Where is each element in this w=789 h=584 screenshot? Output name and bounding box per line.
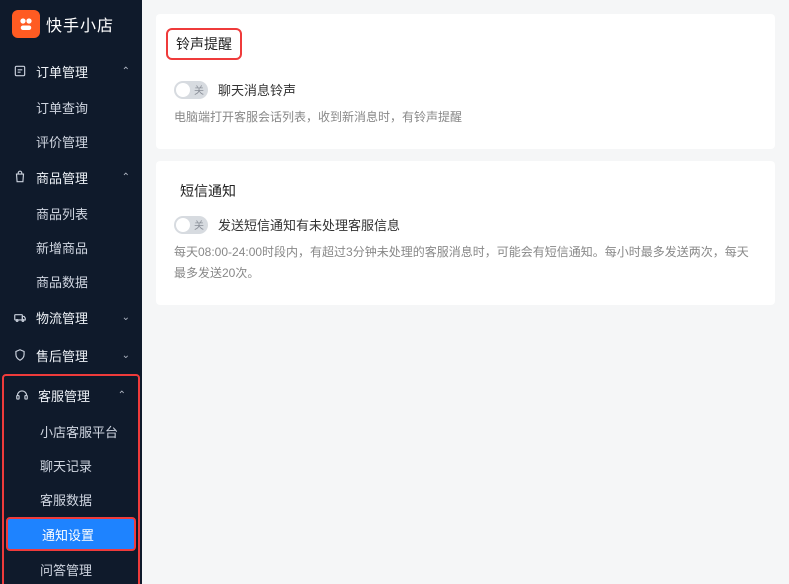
settings-card: 短信通知关发送短信通知有未处理客服信息每天08:00-24:00时段内，有超过3… [156, 161, 775, 305]
section-title: 短信通知 [174, 179, 757, 203]
main-content: 铃声提醒关聊天消息铃声电脑端打开客服会话列表，收到新消息时，有铃声提醒短信通知关… [142, 0, 789, 584]
nav-group-head[interactable]: 订单管理⌃ [0, 52, 142, 90]
chevron-up-icon: ⌃ [122, 66, 130, 77]
nav-group-label: 物流管理 [36, 308, 122, 327]
sidebar-item[interactable]: 小店客服平台 [4, 414, 138, 448]
nav: 订单管理⌃订单查询评价管理商品管理⌃商品列表新增商品商品数据物流管理⌄售后管理⌄… [0, 52, 142, 584]
chevron-up-icon: ⌃ [122, 172, 130, 183]
nav-group-2: 物流管理⌄ [0, 298, 142, 336]
section-description: 电脑端打开客服会话列表，收到新消息时，有铃声提醒 [174, 107, 757, 127]
sidebar-item[interactable]: 客服数据 [4, 482, 138, 516]
nav-group-3: 售后管理⌄ [0, 336, 142, 374]
chevron-up-icon: ⌃ [118, 390, 126, 401]
toggle-row: 关聊天消息铃声 [174, 80, 757, 99]
toggle-switch[interactable]: 关 [174, 216, 208, 234]
nav-group-icon [14, 388, 30, 402]
nav-group-head[interactable]: 物流管理⌄ [0, 298, 142, 336]
nav-group-icon [12, 310, 28, 324]
brand-logo-icon [12, 10, 40, 38]
toggle-switch[interactable]: 关 [174, 81, 208, 99]
nav-sub: 订单查询评价管理 [0, 90, 142, 158]
toggle-label: 聊天消息铃声 [218, 80, 296, 99]
nav-group-icon [12, 170, 28, 184]
chevron-down-icon: ⌄ [122, 350, 130, 361]
toggle-state: 关 [194, 82, 204, 97]
sidebar: 快手小店 订单管理⌃订单查询评价管理商品管理⌃商品列表新增商品商品数据物流管理⌄… [0, 0, 142, 584]
nav-group-label: 客服管理 [38, 386, 118, 405]
nav-group-head[interactable]: 客服管理⌃ [4, 376, 138, 414]
toggle-label: 发送短信通知有未处理客服信息 [218, 215, 400, 234]
sidebar-item[interactable]: 新增商品 [0, 230, 142, 264]
sidebar-item[interactable]: 聊天记录 [4, 448, 138, 482]
brand: 快手小店 [0, 0, 142, 52]
toggle-row: 关发送短信通知有未处理客服信息 [174, 215, 757, 234]
nav-sub: 商品列表新增商品商品数据 [0, 196, 142, 298]
settings-card: 铃声提醒关聊天消息铃声电脑端打开客服会话列表，收到新消息时，有铃声提醒 [156, 14, 775, 149]
brand-name: 快手小店 [46, 12, 114, 36]
nav-group-label: 订单管理 [36, 62, 122, 81]
nav-group-label: 售后管理 [36, 346, 122, 365]
sidebar-item[interactable]: 商品列表 [0, 196, 142, 230]
nav-group-icon [12, 64, 28, 78]
sidebar-item[interactable]: 订单查询 [0, 90, 142, 124]
nav-group-0: 订单管理⌃订单查询评价管理 [0, 52, 142, 158]
nav-sub: 小店客服平台聊天记录客服数据通知设置问答管理消息设置 [4, 414, 138, 584]
sidebar-item[interactable]: 评价管理 [0, 124, 142, 158]
toggle-state: 关 [194, 217, 204, 232]
sidebar-item[interactable]: 问答管理 [4, 552, 138, 584]
nav-group-4: 客服管理⌃小店客服平台聊天记录客服数据通知设置问答管理消息设置 [2, 374, 140, 584]
section-title: 铃声提醒 [166, 28, 242, 60]
chevron-down-icon: ⌄ [122, 312, 130, 323]
sidebar-item[interactable]: 通知设置 [6, 517, 136, 551]
sidebar-item[interactable]: 商品数据 [0, 264, 142, 298]
nav-group-1: 商品管理⌃商品列表新增商品商品数据 [0, 158, 142, 298]
nav-group-label: 商品管理 [36, 168, 122, 187]
section-description: 每天08:00-24:00时段内，有超过3分钟未处理的客服消息时，可能会有短信通… [174, 242, 757, 283]
nav-group-icon [12, 348, 28, 362]
nav-group-head[interactable]: 商品管理⌃ [0, 158, 142, 196]
nav-group-head[interactable]: 售后管理⌄ [0, 336, 142, 374]
